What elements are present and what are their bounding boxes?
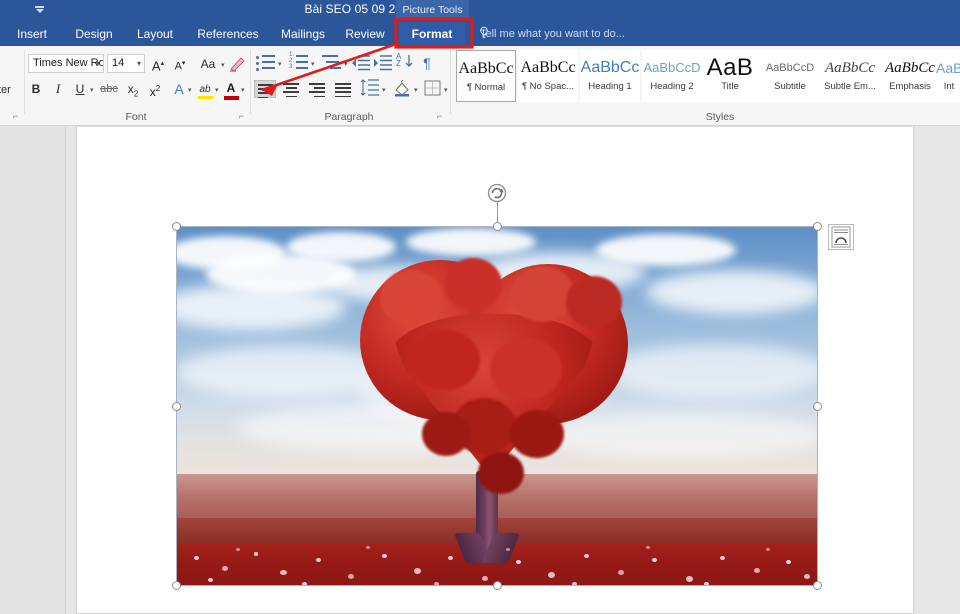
style-intense[interactable]: AaBbCc Int (936, 50, 960, 102)
tab-references[interactable]: References (190, 22, 266, 46)
style-subtle-emphasis[interactable]: AaBbCc Subtle Em... (820, 50, 880, 102)
chevron-down-icon: ▾ (414, 87, 418, 94)
left-gutter (0, 127, 66, 614)
increase-indent-button[interactable] (374, 55, 392, 71)
style-title[interactable]: AaB Title (700, 50, 760, 102)
bold-button[interactable]: B (28, 79, 44, 99)
clipboard-group-fragment[interactable]: ter (0, 84, 11, 96)
shrink-font-button[interactable]: A▾ (170, 54, 190, 77)
grow-font-button[interactable]: A▴ (148, 54, 168, 76)
superscript-button[interactable]: x2 (146, 79, 164, 102)
style-heading-1[interactable]: AaBbCc Heading 1 (580, 50, 640, 102)
align-left-button[interactable] (254, 80, 276, 99)
show-formatting-marks-button[interactable]: ¶ (419, 53, 435, 73)
chevron-down-icon: ▾ (221, 62, 225, 69)
handle-bottom-center[interactable] (493, 581, 502, 590)
strikethrough-button[interactable]: abc (98, 79, 120, 99)
picture-tools-contextual-label: Picture Tools (396, 0, 469, 20)
chevron-down-icon: ▾ (215, 87, 219, 94)
handle-top-right[interactable] (813, 222, 822, 231)
style-emphasis[interactable]: AaBbCc Emphasis (880, 50, 940, 102)
tab-format[interactable]: Format (399, 22, 465, 46)
chevron-down-icon: ▾ (311, 61, 315, 68)
picture-heart-tree[interactable] (176, 226, 818, 586)
chevron-down-icon: ▾ (382, 87, 386, 94)
font-name-value: Times New Ro (33, 57, 104, 69)
group-divider (24, 50, 25, 114)
layout-options-button[interactable] (828, 224, 854, 250)
tab-mailings[interactable]: Mailings (274, 22, 332, 46)
handle-middle-left[interactable] (172, 402, 181, 411)
handle-bottom-right[interactable] (813, 581, 822, 590)
clear-formatting-icon[interactable] (228, 55, 246, 73)
subscript-button[interactable]: x2 (124, 79, 142, 104)
tell-me-search[interactable]: Tell me what you want to do... (480, 22, 625, 46)
chevron-down-icon: ▾ (136, 59, 141, 68)
tab-design[interactable]: Design (68, 22, 120, 46)
tab-insert[interactable]: Insert (8, 22, 56, 46)
decrease-indent-button[interactable] (352, 55, 370, 71)
text-effects-button[interactable]: A (170, 79, 188, 99)
chevron-down-icon: ▾ (90, 87, 94, 94)
text-highlight-color-button[interactable]: ab (196, 79, 214, 99)
chevron-down-icon: ▾ (188, 87, 192, 94)
rotate-handle-icon[interactable] (486, 182, 508, 204)
word-window: Bài SEO 05 09 2022 - Word Picture Tools … (0, 0, 960, 614)
paragraph-dialog-launcher[interactable]: ⌐ (434, 111, 445, 122)
shading-button[interactable] (392, 79, 412, 97)
chevron-down-icon: ▾ (278, 61, 282, 68)
center-button[interactable] (280, 80, 302, 98)
title-bar: Bài SEO 05 09 2022 - Word (0, 0, 960, 22)
align-right-button[interactable] (306, 80, 328, 98)
sort-button[interactable]: A Z (396, 52, 414, 71)
style-normal[interactable]: AaBbCc ¶ Normal (456, 50, 516, 102)
clipboard-dialog-launcher[interactable]: ⌐ (10, 111, 21, 122)
styles-group-label: Styles (705, 111, 735, 123)
justify-button[interactable] (332, 80, 354, 98)
font-size-value: 14 (112, 57, 125, 69)
style-subtitle[interactable]: AaBbCcD Subtitle (760, 50, 820, 102)
font-size-combo[interactable]: 14 ▾ (107, 54, 145, 73)
heart-canopy (360, 258, 628, 504)
handle-top-left[interactable] (172, 222, 181, 231)
italic-button[interactable]: I (50, 79, 66, 99)
paragraph-group-label: Paragraph (324, 111, 374, 123)
numbering-button[interactable]: 1. 2. 3. (289, 52, 309, 71)
underline-button[interactable]: U (72, 79, 88, 99)
font-dialog-launcher[interactable]: ⌐ (236, 111, 247, 122)
handle-middle-right[interactable] (813, 402, 822, 411)
group-divider (250, 50, 251, 114)
chevron-down-icon: ▾ (95, 59, 100, 68)
ribbon: ter ⌐ Times New Ro ▾ 14 ▾ A▴ A▾ Aa ▾ B I… (0, 46, 960, 126)
picture-content (176, 226, 818, 586)
handle-top-center[interactable] (493, 222, 502, 231)
group-divider (450, 50, 451, 114)
tab-review[interactable]: Review (340, 22, 390, 46)
tab-layout[interactable]: Layout (130, 22, 180, 46)
font-name-combo[interactable]: Times New Ro ▾ (28, 54, 104, 73)
handle-bottom-left[interactable] (172, 581, 181, 590)
borders-button[interactable] (424, 80, 442, 97)
style-no-spacing[interactable]: AaBbCc ¶ No Spac... (518, 50, 578, 102)
document-title: Bài SEO 05 09 2022 - Word (304, 2, 456, 16)
style-heading-2[interactable]: AaBbCcD Heading 2 (642, 50, 702, 102)
font-color-button[interactable]: A (222, 79, 240, 100)
chevron-down-icon: ▾ (344, 61, 348, 68)
font-group-label: Font (125, 111, 147, 123)
bullets-button[interactable] (256, 55, 276, 71)
multilevel-list-button[interactable] (322, 55, 342, 71)
line-spacing-button[interactable] (360, 79, 380, 97)
chevron-down-icon: ▾ (241, 87, 245, 94)
chevron-down-icon: ▾ (444, 87, 448, 94)
layout-options-icon (831, 226, 851, 248)
change-case-button[interactable]: Aa (194, 54, 222, 74)
